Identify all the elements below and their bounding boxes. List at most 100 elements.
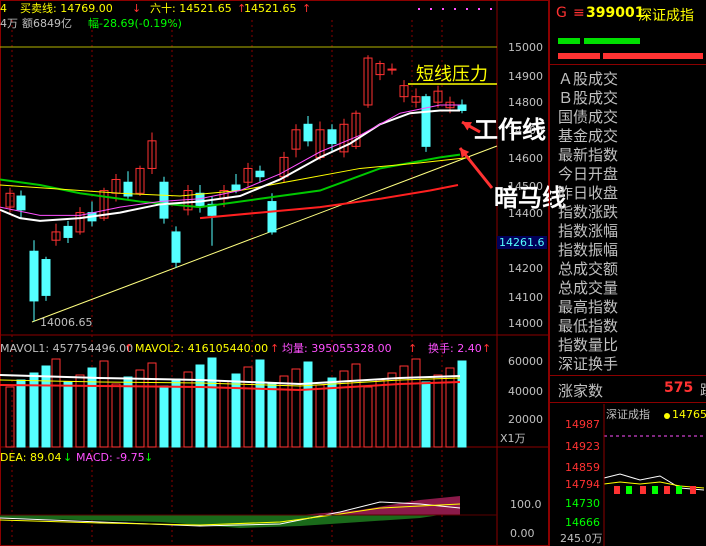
right-panel-item-3: 基金成交 xyxy=(558,127,619,145)
row2-prefix: 4万 xyxy=(0,17,18,30)
volume-bar-2 xyxy=(29,372,39,448)
volume-unit: X1万 xyxy=(500,432,526,445)
dea-arrow-icon: ↓ xyxy=(63,451,73,464)
low-marker: 14006.65 xyxy=(40,316,93,329)
volume-bar-12 xyxy=(147,362,157,448)
top-dot-3 xyxy=(454,8,456,10)
candle-body-22 xyxy=(267,201,277,233)
macd-tick-0: 100.0 xyxy=(510,498,542,511)
mini-value: 14765.5 xyxy=(672,408,706,421)
volume-bar-0 xyxy=(5,386,15,448)
turnover-arrow-icon: ↑ xyxy=(482,342,492,355)
price-tick-8: 14200 xyxy=(508,262,543,275)
volume-bar-3 xyxy=(41,365,51,448)
candle-body-27 xyxy=(327,129,337,145)
candle-body-25 xyxy=(303,123,313,142)
right-panel-item-8: 指数涨幅 xyxy=(558,222,619,240)
arrow-up-icon: ↓ xyxy=(132,2,142,15)
top-dot-5 xyxy=(478,8,480,10)
divider-mini xyxy=(549,402,706,403)
ma-green-line xyxy=(0,153,461,209)
right-panel-item-4: 最新指数 xyxy=(558,146,619,164)
volume-bar-18 xyxy=(219,380,229,448)
macd-tick-1: 0.00 xyxy=(510,527,535,540)
mini-tick-5: 14666 xyxy=(565,516,600,529)
price-tick-1: 14900 xyxy=(508,70,543,83)
right-panel-item-7: 指数涨跌 xyxy=(558,203,619,221)
mavol1-label: MAVOL1: 457754496.00 xyxy=(0,342,134,355)
candle-body-13 xyxy=(159,181,169,219)
volume-bar-36 xyxy=(433,374,443,448)
price-tick-9: 14100 xyxy=(508,291,543,304)
volume-bar-7 xyxy=(87,367,97,448)
avg-volume-label: 均量: 395055328.00 xyxy=(282,342,392,355)
badge-g[interactable]: G xyxy=(556,5,567,21)
bar-red-1 xyxy=(558,53,600,59)
ma-purple-line xyxy=(0,104,460,216)
volume-bar-22 xyxy=(267,382,277,448)
avg-arrow-icon: ↑ xyxy=(408,342,418,355)
volume-bar-38 xyxy=(457,360,467,448)
bar-red-2 xyxy=(603,53,703,59)
volume-bar-25 xyxy=(303,361,313,448)
current-price-tag: 14261.6 xyxy=(497,236,547,249)
candle-body-21 xyxy=(255,170,265,178)
price-tick-2: 14800 xyxy=(508,96,543,109)
menu-icon[interactable]: ≡ xyxy=(573,5,585,21)
top-dot-4 xyxy=(466,8,468,10)
buysell-line-label: 买卖线: 14769.00 xyxy=(20,2,113,15)
rising-value: 575 xyxy=(664,380,694,396)
mavol2-label: MAVOL2: 416105440.00 xyxy=(135,342,269,355)
candle-body-14 xyxy=(171,231,181,263)
line3-label: 14521.65 xyxy=(244,2,297,15)
mini-tick-1: 14923 xyxy=(565,440,600,453)
right-panel-item-12: 最高指数 xyxy=(558,298,619,316)
volume-bar-35 xyxy=(421,381,431,448)
volume-bar-24 xyxy=(291,368,301,448)
volume-bar-10 xyxy=(123,376,133,448)
volume-bar-29 xyxy=(351,363,361,448)
mini-tick-0: 14987 xyxy=(565,418,600,431)
volume-bar-14 xyxy=(171,378,181,448)
macd-label: MACD: -9.75 xyxy=(76,451,145,464)
macd-arrow-icon: ↓ xyxy=(144,451,154,464)
volume-bar-4 xyxy=(51,358,61,448)
volume-bar-26 xyxy=(315,384,325,448)
volume-bar-20 xyxy=(243,366,253,448)
index-name: 深证成指 xyxy=(638,8,694,24)
right-panel-item-15: 深证换手 xyxy=(558,355,619,373)
falling-label-cut: 跌 xyxy=(700,380,706,400)
divider-mid xyxy=(549,375,706,376)
volume-bar-30 xyxy=(363,386,373,448)
top-dot-2 xyxy=(442,8,444,10)
top-dot-1 xyxy=(430,8,432,10)
work-line-annotation: 工作线 xyxy=(474,116,546,144)
volume-bar-9 xyxy=(111,383,121,448)
right-panel-item-2: 国债成交 xyxy=(558,108,619,126)
candle-body-5 xyxy=(63,225,73,238)
volume-bar-1 xyxy=(16,379,26,448)
candle-body-1 xyxy=(16,195,26,211)
mavol2-arrow-icon: ↑ xyxy=(270,342,280,355)
candle-body-3 xyxy=(41,259,51,296)
volume-bar-19 xyxy=(231,373,241,448)
top-dot-0 xyxy=(418,8,420,10)
volume-bar-17 xyxy=(207,357,217,448)
right-panel-item-1: Ｂ股成交 xyxy=(558,89,619,107)
volume-bar-16 xyxy=(195,364,205,448)
mini-dot-icon xyxy=(664,413,670,419)
price-tick-10: 14000 xyxy=(508,317,543,330)
right-panel-item-6: 昨日收盘 xyxy=(558,184,619,202)
volume-bar-8 xyxy=(99,360,109,448)
volume-bar-11 xyxy=(135,369,145,448)
amount-label: 额6849亿 xyxy=(22,17,72,30)
mini-tick-2: 14859 xyxy=(565,461,600,474)
volume-bar-13 xyxy=(159,385,169,448)
volume-tick-1: 40000 xyxy=(508,385,543,398)
candle-body-35 xyxy=(421,96,431,147)
bar-green-2 xyxy=(584,38,640,44)
right-panel-item-13: 最低指数 xyxy=(558,317,619,335)
sixty-line-label: 六十: 14521.65 xyxy=(150,2,232,15)
index-code: 399001 xyxy=(586,5,645,21)
candle-body-19 xyxy=(231,184,241,192)
